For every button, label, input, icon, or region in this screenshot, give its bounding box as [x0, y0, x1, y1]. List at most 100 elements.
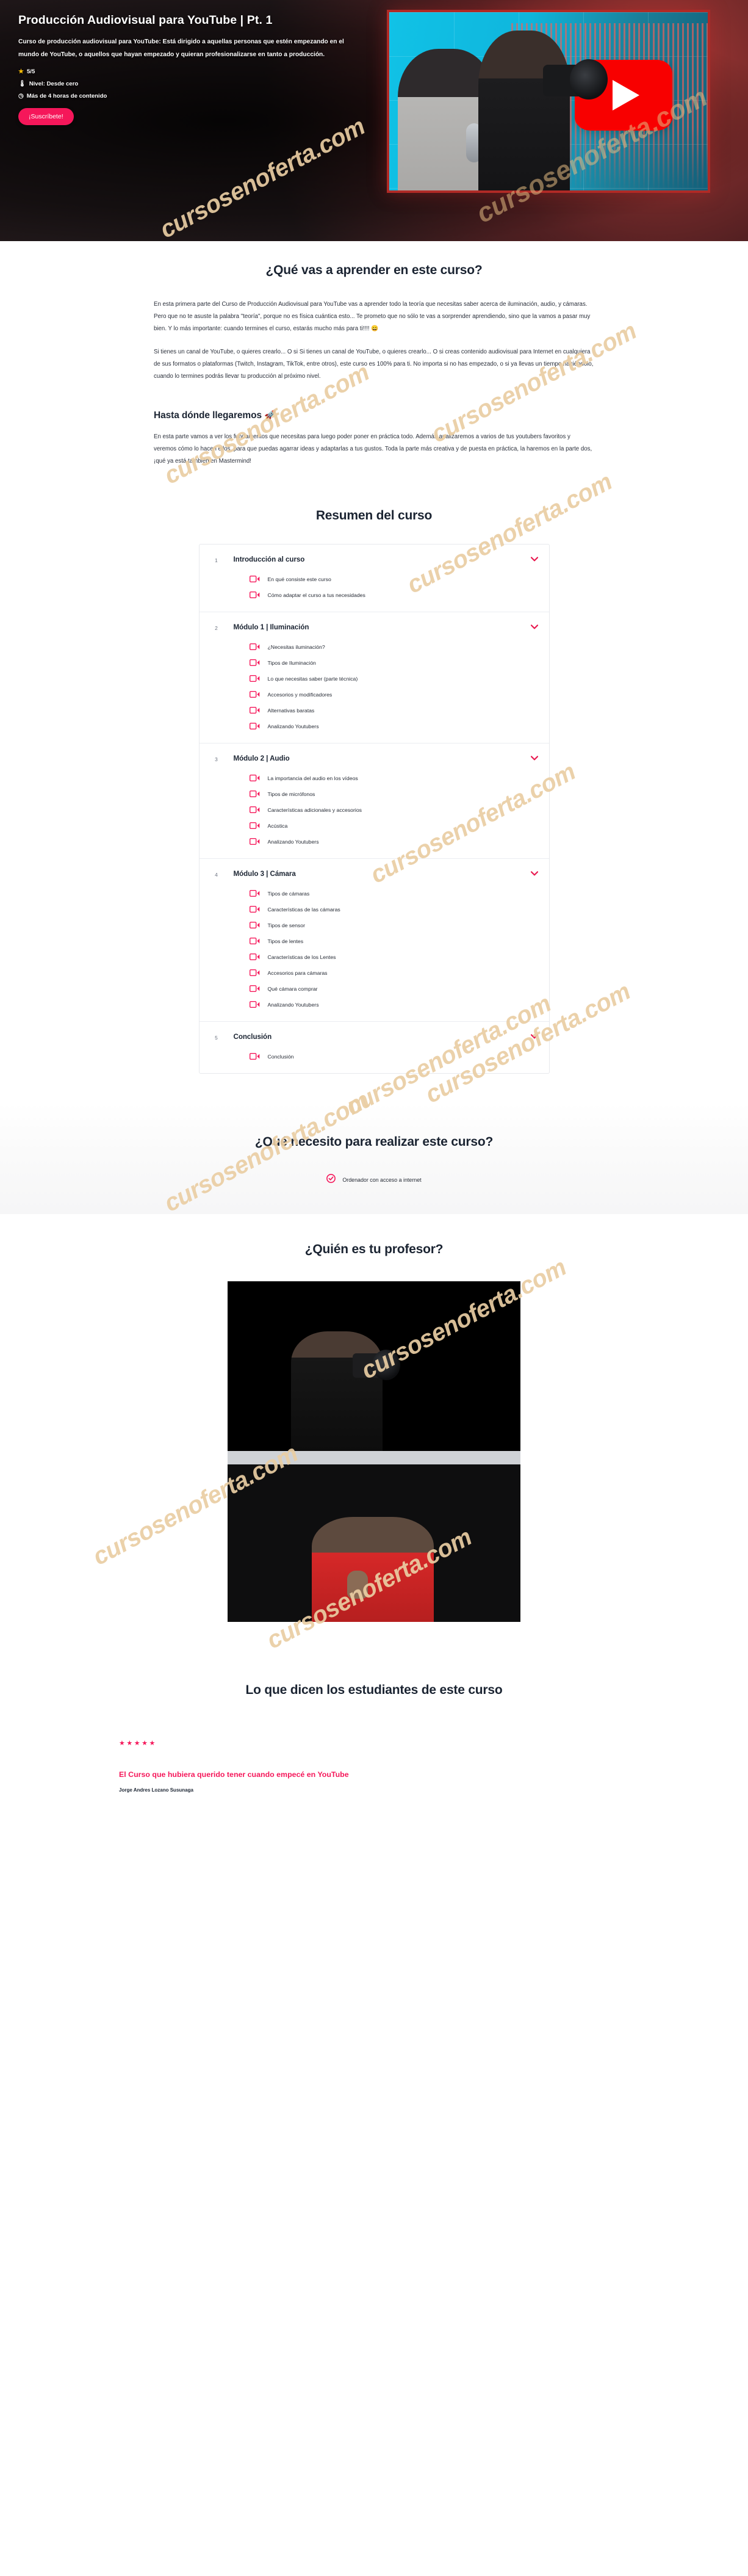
lesson-item[interactable]: ¿Necesitas iluminación?: [200, 639, 549, 655]
curriculum-module: 5 Conclusión Conclusión: [200, 1022, 549, 1073]
lesson-item[interactable]: Características de los Lentes: [200, 949, 549, 965]
professor-figure: [291, 1331, 383, 1451]
lesson-item[interactable]: Conclusión: [200, 1049, 549, 1065]
video-camera-icon: [249, 922, 260, 929]
star-icon: ★: [18, 68, 24, 75]
lesson-label: ¿Necesitas iluminación?: [267, 643, 325, 650]
module-header[interactable]: 1 Introducción al curso: [200, 555, 549, 563]
course-thumbnail-image: [387, 10, 710, 193]
camera-prop: [543, 59, 608, 99]
professor-heading: ¿Quién es tu profesor?: [304, 1242, 444, 1256]
lesson-label: Características adicionales y accesorios: [267, 806, 362, 813]
lesson-label: Accesorios para cámaras: [267, 969, 328, 976]
lesson-item[interactable]: Tipos de micrófonos: [200, 786, 549, 802]
thumbs-up-gesture: [347, 1570, 368, 1599]
lesson-list: Conclusión: [200, 1049, 549, 1065]
course-level: 🌡 Nivel: Desde cero: [18, 81, 351, 87]
lesson-item[interactable]: La importancia del audio en los vídeos: [200, 770, 549, 786]
lesson-label: Cómo adaptar el curso a tus necesidades: [267, 592, 365, 598]
curriculum-module: 3 Módulo 2 | Audio La importancia del audi…: [199, 743, 549, 859]
video-camera-icon: [249, 953, 260, 961]
lesson-item[interactable]: Accesorios y modificadores: [200, 687, 549, 703]
requirements-heading: ¿Qué necesito para realizar este curso?: [254, 1134, 494, 1149]
module-header[interactable]: 2 Módulo 1 | Iluminación: [200, 623, 549, 631]
rating-value: 5/5: [26, 68, 35, 76]
chevron-down-icon[interactable]: [530, 870, 538, 878]
curriculum-module: 1 Introducción al curso En qué consiste es…: [199, 545, 549, 612]
lesson-item[interactable]: Analizando Youtubers: [200, 997, 549, 1013]
testimonials-list: ★★★★★ El Curso que hubiera querido tener …: [81, 1739, 667, 1793]
lesson-label: Tipos de sensor: [267, 922, 306, 928]
duration-value: Más de 4 horas de contenido: [26, 93, 107, 100]
video-camera-icon: [249, 1001, 260, 1008]
lesson-list: En qué consiste este curso Cómo adaptar e…: [200, 571, 549, 603]
curriculum-section: Resumen del curso 1 Introducción al curso…: [0, 358, 748, 1120]
requirement-label: Ordenador con acceso a internet: [342, 1176, 422, 1183]
course-description: Curso de producción audiovisual para You…: [18, 38, 344, 59]
lesson-label: Alternativas baratas: [267, 707, 315, 714]
lesson-item[interactable]: Características adicionales y accesorios: [200, 802, 549, 818]
lesson-label: Tipos de lentes: [267, 938, 304, 944]
lesson-item[interactable]: Analizando Youtubers: [200, 834, 549, 850]
curriculum-module: 4 Módulo 3 | Cámara Tipos de cámaras Caract…: [199, 859, 549, 1022]
lesson-item[interactable]: Tipos de Iluminación: [200, 655, 549, 671]
hero-banner: Producción Audiovisual para YouTube | Pt…: [0, 0, 748, 241]
learn-paragraph-1: En esta primera parte del Curso de Produ…: [154, 301, 591, 333]
gallery-divider: [228, 1450, 520, 1464]
module-number: 5: [215, 1034, 218, 1041]
chevron-down-icon[interactable]: [530, 1033, 538, 1041]
professor-figure: [312, 1516, 434, 1622]
what-you-learn-section: ¿Qué vas a aprender en este curso? En es…: [0, 113, 748, 474]
testimonial-stars: ★★★★★: [119, 1739, 157, 1747]
video-camera-icon: [249, 675, 260, 682]
lesson-item[interactable]: Acústica: [200, 818, 549, 834]
person-with-camera: [478, 31, 570, 190]
lesson-label: Lo que necesitas saber (parte técnica): [267, 675, 358, 682]
module-header[interactable]: 5 Conclusión: [200, 1033, 549, 1041]
subscribe-button[interactable]: ¡Suscríbete!: [18, 108, 74, 126]
course-duration: ◷ Más de 4 horas de contenido: [18, 93, 351, 99]
lesson-label: Conclusión: [267, 1053, 294, 1060]
check-circle-icon: [326, 1173, 336, 1186]
chevron-down-icon[interactable]: [530, 755, 538, 763]
lesson-label: Analizando Youtubers: [267, 838, 319, 845]
lesson-item[interactable]: Tipos de sensor: [200, 917, 549, 933]
testimonials-heading: Lo que dicen los estudiantes de este cur…: [245, 1682, 503, 1697]
curriculum-accordion: 1 Introducción al curso En qué consiste es…: [198, 543, 550, 1074]
video-camera-icon: [249, 592, 260, 599]
professor-photo-primary: [228, 1281, 520, 1451]
module-title: Conclusión: [233, 1032, 272, 1041]
lesson-item[interactable]: Analizando Youtubers: [200, 718, 549, 734]
module-number: 1: [215, 557, 218, 563]
video-camera-icon: [249, 791, 260, 798]
course-rating: ★ 5/5: [18, 68, 351, 75]
chevron-down-icon[interactable]: [530, 556, 538, 564]
module-number: 3: [215, 756, 218, 762]
video-camera-icon: [249, 838, 260, 845]
video-camera-icon: [249, 806, 260, 814]
lesson-item[interactable]: Tipos de cámaras: [200, 886, 549, 902]
lesson-label: La importancia del audio en los vídeos: [267, 775, 358, 781]
lesson-item[interactable]: Accesorios para cámaras: [200, 965, 549, 981]
lesson-item[interactable]: Características de las cámaras: [200, 902, 549, 917]
lesson-item[interactable]: Qué cámara comprar: [200, 981, 549, 997]
video-camera-icon: [249, 969, 260, 977]
lesson-item[interactable]: En qué consiste este curso: [200, 571, 549, 587]
module-number: 2: [215, 624, 218, 631]
how-far-block: Hasta dónde llegaremos 🚀 En esta parte v…: [154, 410, 594, 468]
lesson-list: ¿Necesitas iluminación? Tipos de Iluminac…: [200, 639, 549, 734]
chevron-down-icon[interactable]: [530, 624, 538, 632]
requirement-item: Ordenador con acceso a internet: [81, 1173, 667, 1186]
module-title: Módulo 3 | Cámara: [233, 869, 296, 878]
lesson-item[interactable]: Alternativas baratas: [200, 703, 549, 718]
module-header[interactable]: 4 Módulo 3 | Cámara: [200, 870, 549, 878]
level-value: Nivel: Desde cero: [29, 81, 79, 88]
professor-photo-secondary: [228, 1464, 520, 1622]
module-header[interactable]: 3 Módulo 2 | Audio: [200, 754, 549, 762]
video-camera-icon: [249, 659, 260, 667]
module-title: Módulo 2 | Audio: [233, 754, 290, 762]
lesson-item[interactable]: Tipos de lentes: [200, 933, 549, 949]
lesson-item[interactable]: Lo que necesitas saber (parte técnica): [200, 671, 549, 687]
lesson-item[interactable]: Cómo adaptar el curso a tus necesidades: [200, 587, 549, 603]
video-camera-icon: [249, 576, 260, 583]
